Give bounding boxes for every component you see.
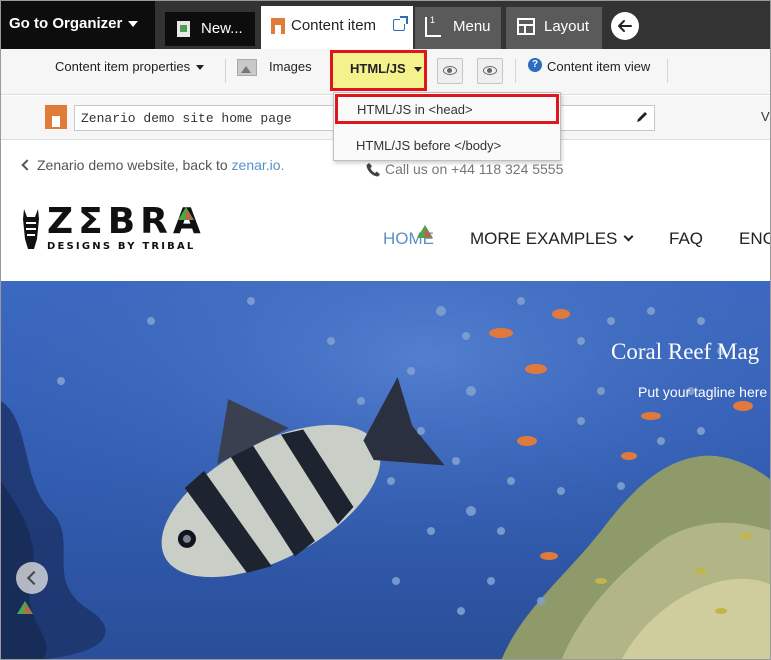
eye-icon [443, 66, 457, 75]
slider-prev-button[interactable] [16, 562, 48, 594]
zebra-head-icon [23, 209, 39, 249]
content-item-view-button[interactable]: ? Content item view [528, 49, 650, 95]
cut-off-label: V [761, 109, 770, 124]
content-item-properties-button[interactable]: Content item properties [55, 49, 205, 95]
back-to-zenario-link[interactable]: Zenario demo website, back to zenar.io. [21, 157, 285, 173]
hidden-eye-button[interactable] [477, 58, 503, 84]
html-js-button[interactable]: HTML/JS [330, 50, 427, 91]
caret-down-icon [128, 21, 139, 28]
hero-slider: Coral Reef Mag Put your tagline here [1, 281, 770, 659]
nav-faq-label: FAQ [669, 229, 704, 248]
callus-text: Call us on +44 118 324 5555 [385, 161, 564, 177]
tab-new-label: New... [201, 20, 243, 37]
menu-item-label: HTML/JS in <head> [357, 102, 473, 117]
backlink-text: Zenario demo website, back to [37, 157, 232, 173]
eye-icon [483, 66, 497, 75]
edit-marker-icon[interactable] [417, 225, 433, 238]
nav-enc-label: ENC [739, 229, 770, 248]
tab-content-item[interactable]: Content item [261, 6, 413, 49]
edit-marker-icon[interactable] [17, 601, 33, 614]
chevron-left-icon [21, 159, 33, 171]
organizer-label: Go to Organizer [9, 15, 123, 32]
toolbar-divider [515, 59, 516, 83]
pencil-icon[interactable] [635, 110, 649, 124]
zenario-link[interactable]: zenar.io. [232, 157, 285, 173]
images-label: Images [269, 59, 312, 74]
toolbar-divider [667, 59, 668, 83]
menu-level-icon [425, 15, 441, 37]
tab-menu[interactable]: Menu [415, 7, 501, 49]
caret-down-icon [413, 67, 422, 73]
layout-icon [517, 18, 535, 35]
top-bar: Go to Organizer New... Content item Menu… [1, 1, 770, 49]
view-label: Content item view [547, 59, 651, 74]
zebra-logo[interactable]: ZΣBRA DESIGNS BY TRIBAL [21, 201, 201, 257]
menu-item-html-js-body[interactable]: HTML/JS before </body> [334, 130, 560, 160]
nav-more-label: MORE EXAMPLES [470, 229, 618, 248]
website-preview: Zenario demo website, back to zenar.io. … [1, 141, 770, 659]
home-icon [271, 18, 285, 34]
tab-layout-label: Layout [544, 18, 590, 35]
nav-enc[interactable]: ENC [739, 229, 770, 249]
back-arrow-button[interactable] [611, 12, 639, 40]
underwater-fish-image [1, 281, 770, 659]
logo-subtitle: DESIGNS BY TRIBAL [47, 241, 196, 252]
content-item-toolbar: Content item properties Images HTML/JS ?… [1, 49, 770, 95]
home-icon [45, 105, 67, 129]
go-to-organizer-button[interactable]: Go to Organizer [1, 1, 155, 49]
html-js-dropdown-menu: HTML/JS in <head> HTML/JS before </body> [333, 92, 561, 161]
app-frame: Go to Organizer New... Content item Menu… [0, 0, 771, 660]
preview-eye-button[interactable] [437, 58, 463, 84]
phone-contact: Call us on +44 118 324 5555 [366, 161, 563, 177]
arrow-left-icon [618, 20, 632, 32]
phone-icon [366, 163, 380, 177]
properties-label: Content item properties [55, 59, 191, 74]
edit-marker-icon[interactable] [178, 207, 194, 220]
toolbar-divider [225, 59, 226, 83]
tab-layout[interactable]: Layout [506, 7, 602, 49]
tab-menu-label: Menu [453, 18, 491, 35]
hero-title: Coral Reef Mag [611, 339, 760, 364]
hero-tagline: Put your tagline here [638, 384, 768, 400]
external-link-icon[interactable] [393, 16, 408, 31]
nav-faq[interactable]: FAQ [669, 229, 703, 249]
caret-down-icon [196, 65, 205, 71]
menu-item-label: HTML/JS before </body> [356, 138, 502, 153]
help-icon: ? [528, 58, 542, 72]
nav-more-examples[interactable]: MORE EXAMPLES [470, 229, 634, 249]
images-button[interactable]: Images [237, 49, 312, 95]
tab-content-item-label: Content item [291, 17, 377, 34]
tab-new[interactable]: New... [165, 12, 255, 46]
new-document-icon [177, 21, 190, 37]
image-icon [237, 59, 257, 76]
html-js-label: HTML/JS [350, 61, 406, 76]
chevron-down-icon [623, 231, 634, 242]
menu-item-html-js-head[interactable]: HTML/JS in <head> [335, 94, 559, 124]
